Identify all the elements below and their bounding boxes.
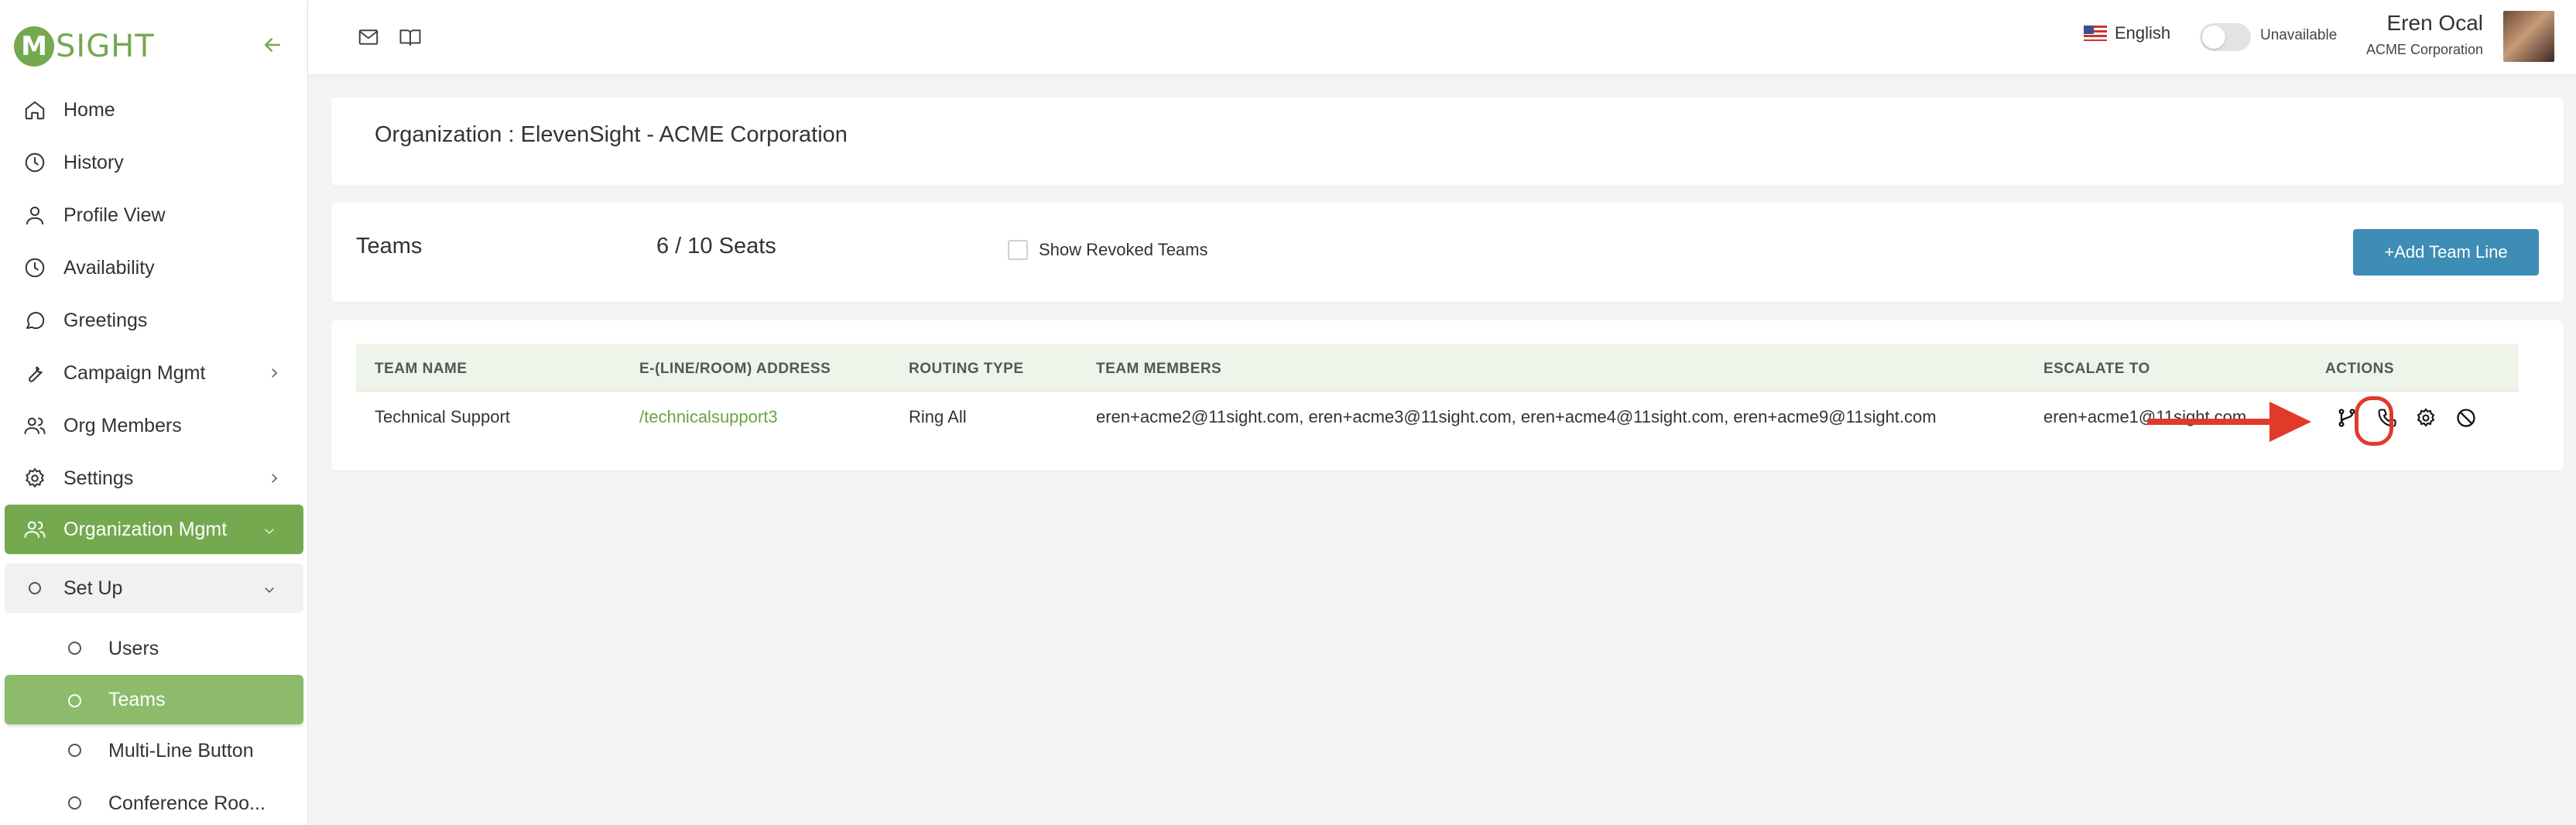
sidebar-subitem-teams[interactable]: Teams xyxy=(5,675,303,724)
users-icon xyxy=(22,412,48,439)
show-revoked-teams-checkbox[interactable]: Show Revoked Teams xyxy=(1008,240,1208,260)
sidebar-item-label: Greetings xyxy=(63,309,148,331)
chevron-right-icon xyxy=(265,469,283,488)
table-row: Technical Support /technicalsupport3 Rin… xyxy=(356,392,2519,443)
sidebar-item-label: Home xyxy=(63,98,115,121)
circle-icon xyxy=(68,694,81,707)
sidebar-item-set-up[interactable]: Set Up xyxy=(5,563,303,613)
sidebar-subitem-multi-line-button[interactable]: Multi-Line Button xyxy=(0,724,308,777)
address-link[interactable]: /technicalsupport3 xyxy=(639,407,778,427)
sidebar-item-organization-mgmt[interactable]: Organization Mgmt xyxy=(5,505,303,554)
sidebar-nav: Home History Profile View Availability G… xyxy=(0,84,308,825)
chat-bubble-icon xyxy=(22,307,48,334)
sidebar-item-history[interactable]: History xyxy=(0,136,308,189)
sidebar-item-label: Set Up xyxy=(63,577,123,599)
sidebar-item-home[interactable]: Home xyxy=(0,84,308,136)
revoke-button[interactable] xyxy=(2451,402,2482,433)
column-header-address: E-(LINE/ROOM) ADDRESS xyxy=(639,361,831,377)
teams-header-card: Teams 6 / 10 Seats Show Revoked Teams +A… xyxy=(331,203,2564,302)
column-header-routing-type: ROUTING TYPE xyxy=(909,361,1024,377)
add-team-line-button[interactable]: +Add Team Line xyxy=(2353,229,2539,276)
circle-icon xyxy=(68,642,81,655)
language-selector[interactable]: English xyxy=(2084,23,2170,43)
sidebar-item-label: Profile View xyxy=(63,204,166,226)
mail-icon[interactable] xyxy=(355,23,382,51)
show-revoked-label: Show Revoked Teams xyxy=(1039,240,1208,259)
gear-icon xyxy=(2417,408,2435,427)
sidebar-item-campaign-mgmt[interactable]: Campaign Mgmt xyxy=(0,347,308,399)
sidebar-item-label: Availability xyxy=(63,256,155,279)
users-icon xyxy=(22,516,48,543)
arrow-left-icon xyxy=(265,38,280,52)
sidebar-item-label: History xyxy=(63,151,124,173)
team-name-cell: Technical Support xyxy=(375,407,510,426)
annotation-highlight-ring xyxy=(2355,396,2393,446)
seats-count: 6 / 10 Seats xyxy=(656,234,776,258)
logo-text: SIGHT xyxy=(56,29,155,64)
circle-icon xyxy=(22,575,48,601)
table-header: TEAM NAME E-(LINE/ROOM) ADDRESS ROUTING … xyxy=(356,344,2519,392)
circle-icon xyxy=(68,744,81,757)
availability-toggle[interactable] xyxy=(2200,23,2251,51)
sidebar-subitem-users[interactable]: Users xyxy=(0,622,308,675)
column-header-team-members: TEAM MEMBERS xyxy=(1096,361,1222,377)
sidebar-item-label: Campaign Mgmt xyxy=(63,361,206,384)
sidebar-item-availability[interactable]: Availability xyxy=(0,241,308,294)
sidebar-item-greetings[interactable]: Greetings xyxy=(0,294,308,347)
user-icon xyxy=(22,202,48,228)
teams-table-card: TEAM NAME E-(LINE/ROOM) ADDRESS ROUTING … xyxy=(331,320,2564,471)
checkbox-box[interactable] xyxy=(1008,240,1028,260)
sidebar-subitem-label: Teams xyxy=(108,688,166,710)
user-name: Eren Ocal xyxy=(2386,11,2484,35)
user-organization: ACME Corporation xyxy=(2365,42,2483,57)
sidebar-subitem-label: Multi-Line Button xyxy=(108,739,254,762)
sidebar-item-org-members[interactable]: Org Members xyxy=(0,399,308,452)
book-icon[interactable] xyxy=(396,23,424,51)
availability-status: Unavailable xyxy=(2260,27,2338,43)
logo-mark: M xyxy=(14,26,54,67)
avatar[interactable] xyxy=(2503,11,2554,62)
column-header-escalate-to: ESCALATE TO xyxy=(2043,361,2150,377)
circle-icon xyxy=(68,796,81,810)
home-icon xyxy=(22,97,48,123)
annotation-arrow-head xyxy=(2269,402,2311,442)
sidebar-subitem-label: Conference Roo... xyxy=(108,792,265,814)
logo[interactable]: M SIGHT xyxy=(14,26,155,67)
column-header-team-name: TEAM NAME xyxy=(375,361,468,377)
sidebar-item-profile-view[interactable]: Profile View xyxy=(0,189,308,241)
language-label: English xyxy=(2115,23,2171,43)
organization-card: Organization : ElevenSight - ACME Corpor… xyxy=(331,98,2564,186)
collapse-sidebar-button[interactable] xyxy=(259,31,286,59)
settings-button[interactable] xyxy=(2410,402,2441,433)
sidebar-item-settings[interactable]: Settings xyxy=(0,452,308,505)
routing-type-cell: Ring All xyxy=(909,407,967,426)
chevron-down-icon xyxy=(260,580,279,599)
sidebar-subitem-label: Users xyxy=(108,637,159,659)
sidebar-item-label: Organization Mgmt xyxy=(63,518,228,540)
top-bar: English Unavailable Eren Ocal ACME Corpo… xyxy=(308,0,2576,74)
team-members-cell: eren+acme2@11sight.com, eren+acme3@11sig… xyxy=(1096,407,1937,426)
clock-icon xyxy=(22,255,48,281)
toggle-knob xyxy=(2202,26,2225,49)
column-header-actions: ACTIONS xyxy=(2325,361,2394,377)
chevron-right-icon xyxy=(265,364,283,382)
chevron-down-icon xyxy=(260,522,279,540)
teams-title: Teams xyxy=(356,234,423,258)
sidebar-subitem-conference-rooms[interactable]: Conference Roo... xyxy=(0,777,308,825)
ban-icon xyxy=(2457,409,2475,427)
us-flag-icon xyxy=(2084,26,2107,41)
clock-icon xyxy=(22,149,48,176)
sidebar: M SIGHT Home History Profile View Availa… xyxy=(0,0,308,825)
wrench-icon xyxy=(22,360,48,386)
annotation-arrow-shaft xyxy=(2147,419,2287,425)
gear-icon xyxy=(22,465,48,491)
sidebar-item-label: Org Members xyxy=(63,414,182,436)
sidebar-item-label: Settings xyxy=(63,467,134,489)
page-title: Organization : ElevenSight - ACME Corpor… xyxy=(375,122,848,147)
